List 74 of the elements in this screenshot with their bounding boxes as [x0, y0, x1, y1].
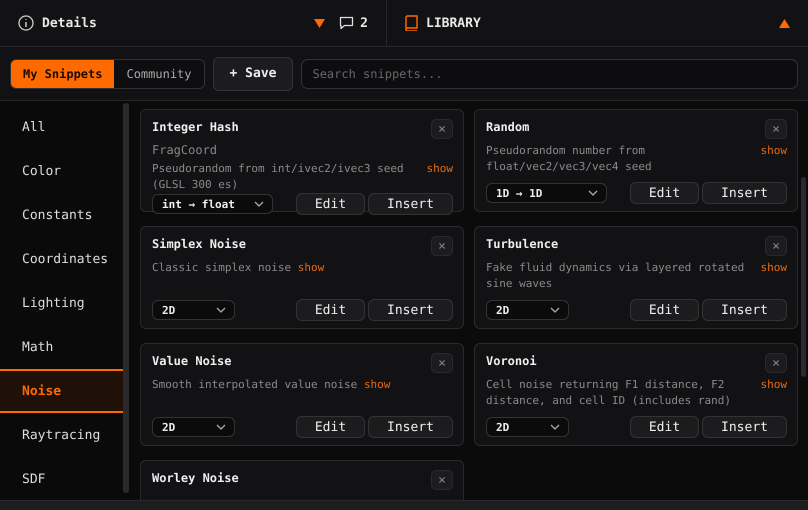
edit-button[interactable]: Edit — [630, 182, 699, 204]
snippet-description: Fake fluid dynamics via layered rotated sine waves — [486, 260, 746, 292]
book-icon — [405, 15, 418, 31]
snippet-title: Integer Hash — [152, 120, 239, 134]
show-link[interactable]: show — [760, 377, 787, 416]
variant-select[interactable]: 2D — [486, 417, 569, 437]
insert-button[interactable]: Insert — [702, 299, 787, 321]
category-item[interactable]: SDF — [0, 457, 123, 501]
snippet-subtitle: FragCoord — [152, 143, 218, 157]
insert-button[interactable]: Insert — [702, 416, 787, 438]
snippet-title: Voronoi — [486, 354, 537, 368]
save-button[interactable]: + Save — [212, 56, 294, 90]
chevron-down-icon — [254, 201, 264, 207]
show-link[interactable]: show — [426, 161, 453, 193]
category-item[interactable]: Color — [0, 149, 123, 193]
chevron-down-icon — [550, 424, 560, 430]
category-item[interactable]: Raytracing — [0, 413, 123, 457]
chevron-down-icon — [216, 307, 226, 313]
snippet-title: Value Noise — [152, 354, 232, 368]
chevron-down-icon — [588, 190, 598, 196]
snippet-title: Turbulence — [486, 237, 558, 251]
insert-button[interactable]: Insert — [368, 299, 453, 321]
insert-button[interactable]: Insert — [702, 182, 787, 204]
snippet-title: Simplex Noise — [152, 237, 246, 251]
show-link[interactable]: show — [760, 260, 787, 299]
snippet-title: Random — [486, 120, 530, 134]
snippet-tab[interactable]: Community — [114, 60, 204, 88]
info-icon — [18, 15, 34, 31]
variant-select[interactable]: 1D → 1D — [486, 183, 607, 203]
snippet-tab[interactable]: My Snippets — [11, 60, 114, 88]
show-link[interactable]: show — [298, 261, 324, 274]
show-link[interactable]: show — [364, 378, 390, 391]
variant-select[interactable]: 2D — [152, 300, 235, 320]
close-button[interactable]: × — [431, 119, 453, 139]
chevron-down-icon — [216, 424, 226, 430]
details-title: Details — [42, 16, 97, 30]
edit-button[interactable]: Edit — [630, 416, 699, 438]
triangle-down-icon[interactable] — [314, 18, 326, 28]
snippet-title: Worley Noise — [152, 471, 239, 485]
category-item[interactable]: Coordinates — [0, 237, 123, 281]
snippet-description: Classic simplex noise show — [152, 260, 326, 276]
close-button[interactable]: × — [765, 119, 787, 139]
snippet-description: Pseudorandom number from float/vec2/vec3/vec4 seed — [486, 143, 653, 175]
snippet-description: Smooth interpolated value noise show — [152, 377, 392, 393]
snippet-description: Pseudorandom from int/ivec2/ivec3 seed (GLSL 300 es) — [152, 161, 405, 193]
search-field[interactable]: Search snippets... — [301, 58, 798, 88]
close-button[interactable]: × — [431, 470, 453, 490]
category-item[interactable]: All — [0, 105, 123, 149]
variant-select[interactable]: 2D — [152, 417, 235, 437]
close-button[interactable]: × — [431, 353, 453, 373]
close-button[interactable]: × — [431, 236, 453, 256]
insert-button[interactable]: Insert — [368, 193, 453, 215]
snippet-description: Cell noise returning F1 distance, F2 distance, and cell ID (includes rand) — [486, 377, 732, 409]
category-item[interactable]: Lighting — [0, 281, 123, 325]
triangle-up-icon[interactable] — [779, 18, 790, 28]
category-item[interactable]: Math — [0, 325, 123, 369]
variant-select[interactable]: int → float — [152, 194, 273, 214]
chevron-down-icon — [550, 307, 560, 313]
category-item[interactable]: Constants — [0, 193, 123, 237]
comment-icon[interactable] — [339, 16, 354, 30]
close-button[interactable]: × — [765, 353, 787, 373]
scrollbar-thumb[interactable] — [801, 177, 806, 377]
edit-button[interactable]: Edit — [296, 193, 365, 215]
comment-count: 2 — [360, 16, 368, 30]
scrollbar-thumb[interactable] — [123, 103, 129, 493]
close-button[interactable]: × — [765, 236, 787, 256]
edit-button[interactable]: Edit — [296, 299, 365, 321]
insert-button[interactable]: Insert — [368, 416, 453, 438]
library-title: LIBRARY — [426, 16, 481, 30]
show-link[interactable]: show — [760, 143, 787, 182]
edit-button[interactable]: Edit — [630, 299, 699, 321]
category-item[interactable]: Noise — [0, 369, 123, 413]
edit-button[interactable]: Edit — [296, 416, 365, 438]
variant-select[interactable]: 2D — [486, 300, 569, 320]
